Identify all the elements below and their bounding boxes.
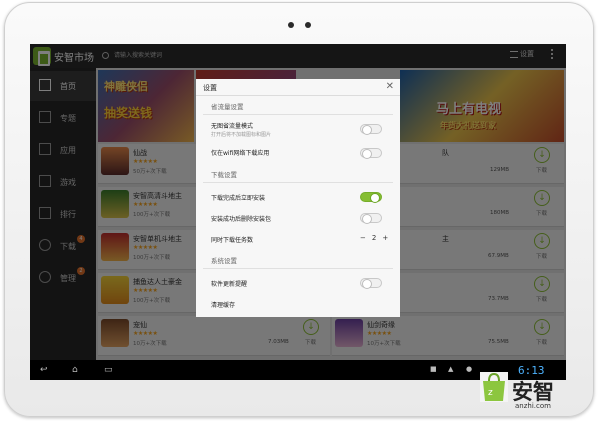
dialog-header: 设置 ✕ bbox=[196, 79, 400, 96]
no-image-mode-toggle[interactable] bbox=[360, 124, 382, 135]
notification-icon: ● bbox=[466, 365, 473, 373]
back-icon[interactable]: ↩ bbox=[40, 365, 48, 375]
divider bbox=[203, 114, 393, 115]
clear-cache-button[interactable]: 清理缓存 bbox=[211, 300, 235, 309]
close-icon[interactable]: ✕ bbox=[386, 81, 394, 92]
no-image-mode-description: 打开后将不加载图标和图片 bbox=[211, 132, 272, 138]
divider bbox=[203, 182, 393, 183]
brand-logo-icon: z bbox=[480, 372, 508, 402]
no-image-mode-label: 无图省流量模式 bbox=[211, 123, 254, 130]
update-notify-label: 软件更新提醒 bbox=[211, 281, 248, 288]
front-camera bbox=[288, 22, 294, 28]
concurrent-downloads-stepper: −2 + bbox=[357, 234, 391, 242]
notification-icon: ▲ bbox=[448, 365, 454, 373]
increment-button[interactable]: + bbox=[382, 234, 388, 242]
notification-icon: ■ bbox=[430, 365, 437, 373]
section-traffic-heading: 省流量设置 bbox=[211, 103, 244, 111]
svg-text:z: z bbox=[488, 388, 493, 398]
install-after-download-label: 下载完成后立即安装 bbox=[211, 195, 266, 202]
delete-package-toggle[interactable] bbox=[360, 213, 382, 224]
delete-package-label: 安装成功后删除安装包 bbox=[211, 216, 272, 223]
settings-dialog: 设置 ✕ 省流量设置 无图省流量模式 打开后将不加载图标和图片 仅在wifi网络… bbox=[196, 79, 400, 317]
section-download-heading: 下载设置 bbox=[211, 171, 237, 179]
concurrent-downloads-value: 2 bbox=[371, 234, 377, 242]
wifi-only-label: 仅在wifi网络下载应用 bbox=[211, 150, 270, 157]
recent-apps-icon[interactable]: ▭ bbox=[104, 365, 113, 375]
home-button-icon[interactable]: ⌂ bbox=[72, 365, 78, 375]
update-notify-toggle[interactable] bbox=[360, 278, 382, 289]
brand-url: anzhi.com bbox=[515, 402, 551, 410]
install-after-download-toggle[interactable] bbox=[360, 192, 382, 203]
screen: 安智市场 请输入搜索关键词 设置 首页 专题 应用 游戏 排行 bbox=[30, 44, 566, 380]
concurrent-downloads-label: 同时下载任务数 bbox=[211, 237, 254, 244]
sensor bbox=[305, 22, 311, 28]
dialog-title: 设置 bbox=[203, 84, 217, 92]
decrement-button[interactable]: − bbox=[360, 234, 366, 242]
section-system-heading: 系统设置 bbox=[211, 257, 237, 265]
wifi-only-toggle[interactable] bbox=[360, 148, 382, 159]
divider bbox=[203, 268, 393, 269]
